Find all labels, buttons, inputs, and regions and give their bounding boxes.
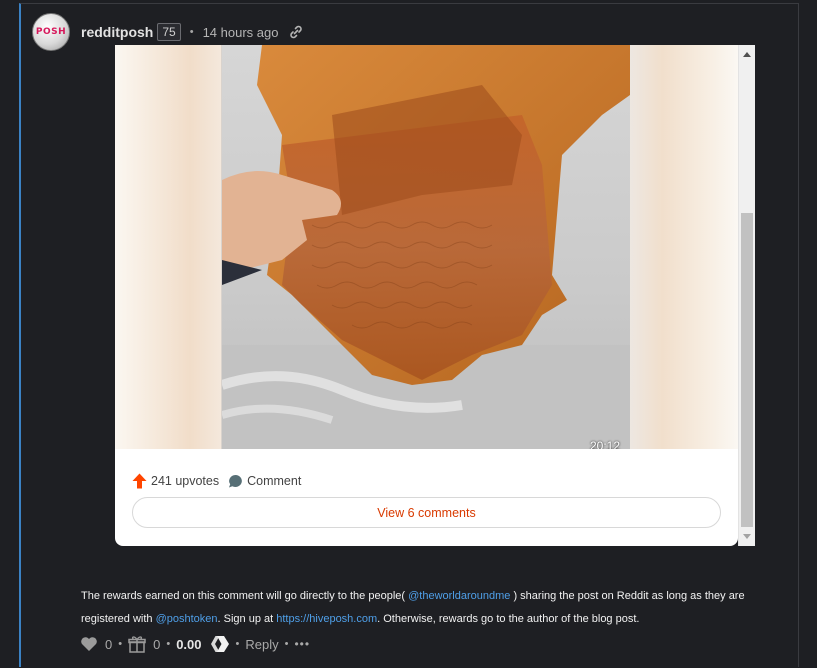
permalink-icon[interactable] [288, 24, 304, 40]
hive-logo-icon [210, 636, 229, 652]
scroll-down-icon[interactable] [743, 534, 751, 539]
timestamp[interactable]: 14 hours ago [203, 25, 279, 40]
video-blur-right [630, 45, 738, 449]
payout-value: 0.00 [176, 636, 202, 652]
body-text-1: The rewards earned on this comment will … [81, 590, 409, 602]
scroll-up-icon[interactable] [743, 52, 751, 57]
reputation-badge: 75 [157, 23, 181, 41]
comment-button[interactable]: Comment [228, 474, 301, 489]
video-duration: 20:12 [589, 439, 620, 449]
more-options-button[interactable]: ••• [294, 637, 310, 651]
mention-theworldaroundme[interactable]: @theworldaroundme [408, 590, 510, 602]
gift-count: 0 [153, 636, 161, 652]
footer-separator: • [118, 638, 123, 650]
reply-button[interactable]: Reply [245, 637, 278, 652]
gift-icon[interactable] [128, 635, 146, 653]
scrollbar-thumb[interactable] [741, 213, 753, 527]
embed-scrollbar[interactable] [738, 45, 755, 546]
footer-separator: • [235, 638, 240, 650]
upvote-button[interactable]: 241 upvotes [132, 473, 219, 489]
upvote-arrow-icon [132, 473, 147, 489]
upvote-count: 241 upvotes [151, 474, 220, 488]
body-text-3: . Sign up at [217, 613, 277, 625]
video-player[interactable]: 20:12 [115, 45, 738, 449]
hiveposh-link[interactable]: https://hiveposh.com [276, 613, 377, 625]
reddit-embed: 20:12 241 upvotes Comment View 6 comment… [115, 45, 738, 546]
embed-actions: 241 upvotes Comment [132, 473, 301, 489]
mention-poshtoken[interactable]: @poshtoken [156, 613, 218, 625]
separator-dot: • [189, 26, 194, 38]
comment-footer: 0 • 0 • 0.00 • Reply • ••• [80, 634, 310, 654]
view-comments-button[interactable]: View 6 comments [132, 497, 721, 528]
avatar[interactable]: POSH [32, 13, 70, 51]
comment-label: Comment [247, 474, 302, 488]
video-thumbnail[interactable]: 20:12 [222, 45, 630, 449]
comment-bubble-icon [229, 474, 242, 487]
footer-separator: • [166, 638, 171, 650]
comment-body: The rewards earned on this comment will … [81, 585, 781, 631]
footer-separator: • [284, 638, 289, 650]
heart-icon[interactable] [80, 636, 98, 652]
body-text-4: . Otherwise, rewards go to the author of… [377, 613, 640, 625]
dried-sheets-image [222, 45, 630, 449]
like-count: 0 [105, 636, 113, 652]
username[interactable]: redditposh [81, 24, 153, 40]
avatar-logo-text: POSH [35, 27, 67, 37]
